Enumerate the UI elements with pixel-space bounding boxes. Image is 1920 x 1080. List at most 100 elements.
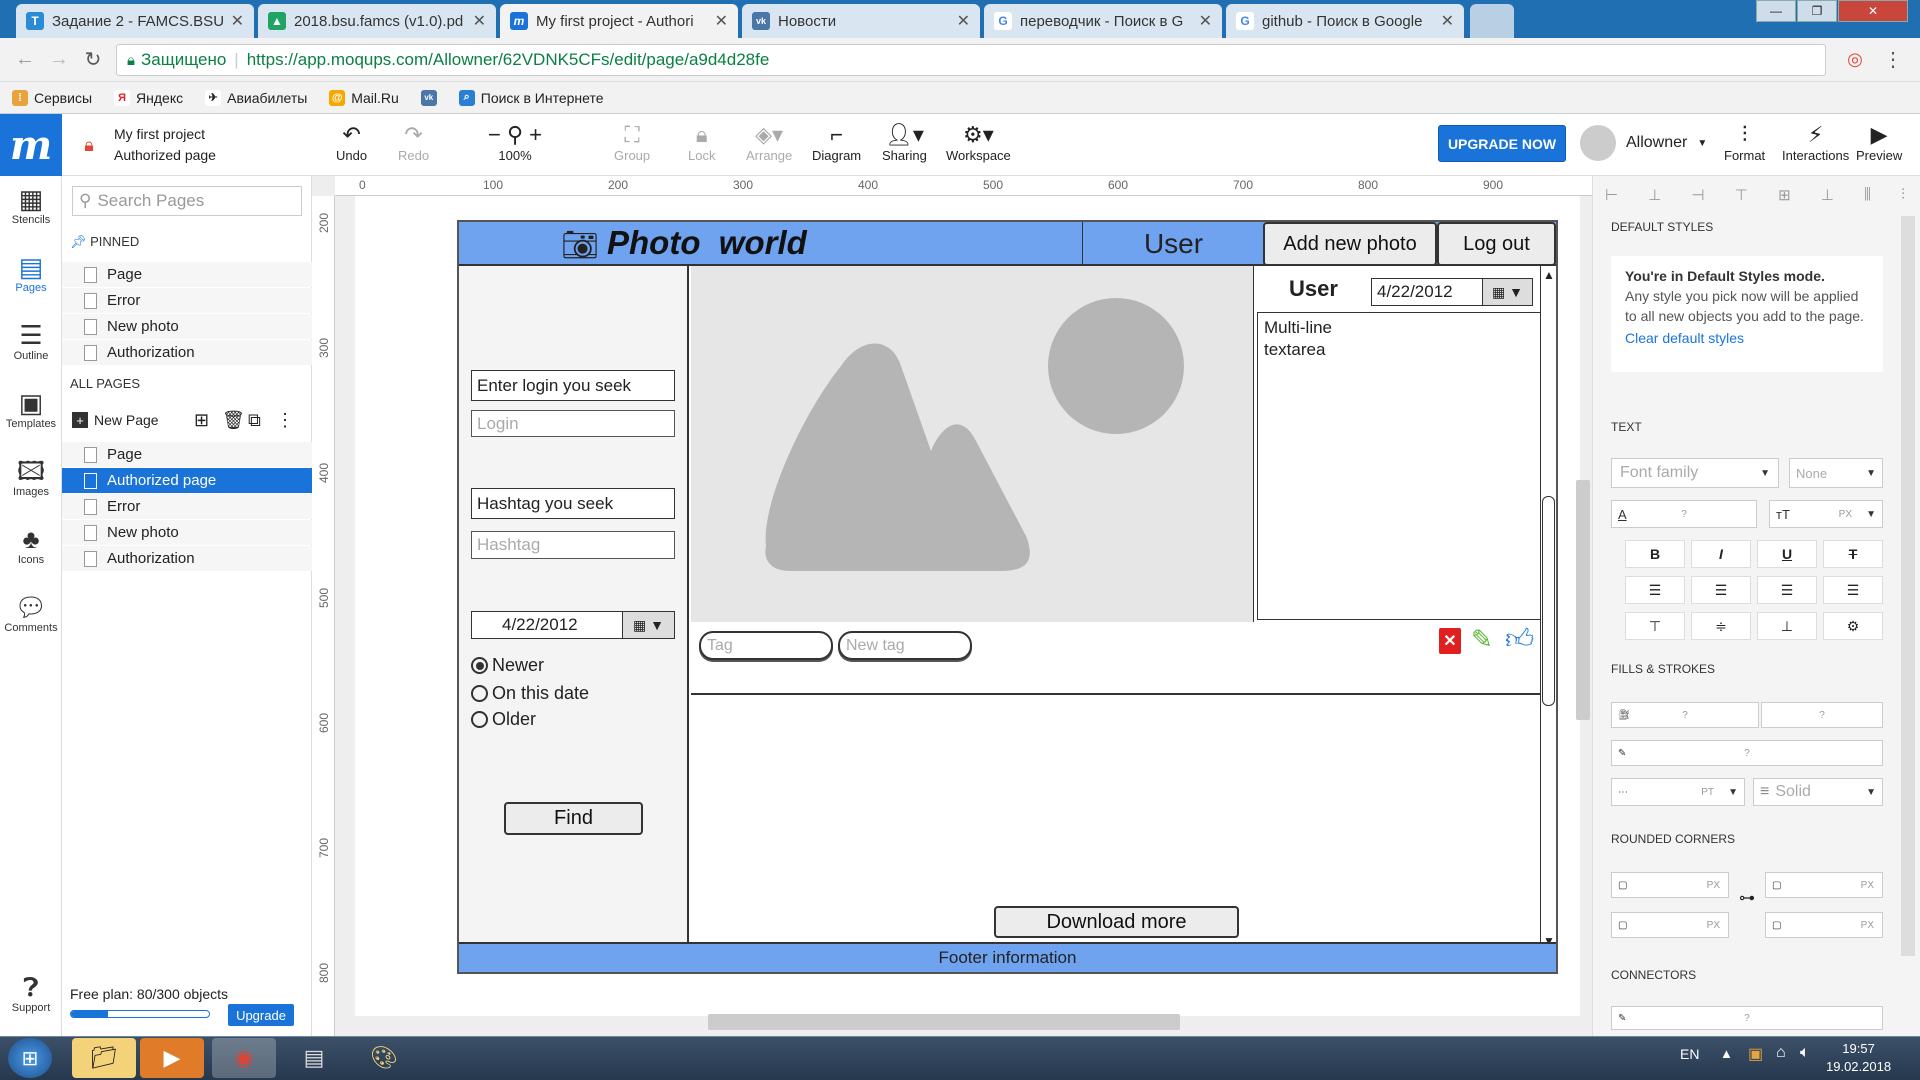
valign-bottom-button[interactable]: ⊥ xyxy=(1757,612,1817,640)
arrange-button[interactable]: ◈▾ Arrange xyxy=(746,122,792,163)
group-button[interactable]: ⛶ Group xyxy=(614,122,650,163)
justify-button[interactable]: ☰ xyxy=(1823,576,1883,604)
stroke-style-select[interactable]: ≡ Solid ▼ xyxy=(1753,778,1883,806)
font-size-field[interactable]: ᴛT PX ▼ xyxy=(1769,500,1883,528)
underline-button[interactable]: U xyxy=(1757,540,1817,568)
chrome-taskbar-icon[interactable]: ◉ xyxy=(212,1038,276,1078)
hashtag-input[interactable]: Hashtag xyxy=(471,531,675,559)
redo-button[interactable]: ↷ Redo xyxy=(398,122,429,163)
text-color-field[interactable]: A? xyxy=(1611,500,1757,528)
add-folder-icon[interactable]: ⊞ xyxy=(194,410,209,431)
forward-icon[interactable]: → xyxy=(46,46,72,72)
mockup-scrollbar[interactable]: ▲ ▼ xyxy=(1540,266,1556,954)
minimize-icon[interactable]: — xyxy=(1756,0,1796,22)
bookmark-apps[interactable]: ⁞ Сервисы xyxy=(12,89,92,106)
valign-top-button[interactable]: ⊤ xyxy=(1625,612,1685,640)
browser-tab-2[interactable]: ▲ 2018.bsu.famcs (v1.0).pd ✕ xyxy=(258,4,496,38)
rail-pages[interactable]: ▤ Pages xyxy=(0,252,62,294)
project-info[interactable]: My first project Authorized page xyxy=(114,124,216,166)
close-icon[interactable]: ✕ xyxy=(957,11,970,31)
link-corners-icon[interactable]: ⊶ xyxy=(1739,888,1755,908)
align-center-button[interactable]: ☰ xyxy=(1691,576,1751,604)
bookmark-search[interactable]: ⌕ Поиск в Интернете xyxy=(458,89,604,106)
window-close-icon[interactable]: ✕ xyxy=(1838,0,1908,22)
page-item[interactable]: Error xyxy=(62,494,312,519)
valign-middle-button[interactable]: ≑ xyxy=(1691,612,1751,640)
distribute-icon[interactable]: ⫼ xyxy=(1864,186,1871,206)
font-weight-select[interactable]: None ▼ xyxy=(1789,458,1883,488)
tray-arrow-icon[interactable]: ▲ xyxy=(1720,1046,1733,1061)
diagram-button[interactable]: ⌐ Diagram xyxy=(812,122,861,163)
zoom-control[interactable]: − ⚲ +100% xyxy=(488,122,542,163)
upgrade-now-button[interactable]: UPGRADE NOW xyxy=(1438,125,1566,162)
fill-opacity-field[interactable]: ? xyxy=(1761,702,1883,728)
explorer-taskbar-icon[interactable]: 📁︎ xyxy=(72,1038,136,1078)
bookmark-yandex[interactable]: Я Яндекс xyxy=(114,89,183,106)
page-item[interactable]: New photo xyxy=(62,520,312,545)
distribute-h-icon[interactable]: ⫶ xyxy=(1901,186,1905,206)
browser-tab-5[interactable]: G переводчик - Поиск в G ✕ xyxy=(984,4,1222,38)
menu-icon[interactable]: ⋮ xyxy=(1880,46,1906,72)
volume-icon[interactable]: 🔈︎ xyxy=(1800,1044,1810,1062)
search-pages-input[interactable]: ⚲ Search Pages xyxy=(72,186,302,216)
log-out-button[interactable]: Log out xyxy=(1437,222,1556,266)
rail-comments[interactable]: 💬︎ Comments xyxy=(0,592,62,634)
close-icon[interactable]: ✕ xyxy=(1441,11,1454,31)
clock[interactable]: 19:57 19.02.2018 xyxy=(1826,1040,1891,1076)
reload-icon[interactable]: ↻ xyxy=(80,46,106,72)
align-right-icon[interactable]: ⊣ xyxy=(1692,186,1705,206)
rail-outline[interactable]: ☰ Outline xyxy=(0,320,62,362)
radio-newer[interactable]: Newer xyxy=(471,655,544,676)
duplicate-icon[interactable]: ⧉ xyxy=(248,410,261,431)
panel-scrollbar[interactable] xyxy=(1901,216,1915,956)
rail-support[interactable]: ❓︎ Support xyxy=(0,972,62,1014)
scroll-thumb[interactable] xyxy=(1542,496,1555,706)
description-textarea[interactable]: Multi-line textarea xyxy=(1257,312,1541,620)
align-middle-icon[interactable]: ⊞ xyxy=(1778,186,1791,206)
font-family-select[interactable]: Font family ▼ xyxy=(1611,458,1779,488)
like-thumb-icon[interactable]: 👍︎ xyxy=(1505,622,1534,656)
rail-icons[interactable]: ♣ Icons xyxy=(0,524,62,566)
calendar-icon[interactable]: ▦ ▼ xyxy=(1482,279,1532,305)
login-input[interactable]: Login xyxy=(471,410,675,437)
download-more-button[interactable]: Download more xyxy=(994,906,1239,938)
horizontal-scrollbar[interactable] xyxy=(708,1014,1180,1030)
workspace-button[interactable]: ⚙▾ Workspace xyxy=(946,122,1011,163)
back-icon[interactable]: ← xyxy=(12,46,38,72)
scroll-up-icon[interactable]: ▲ xyxy=(1543,268,1555,282)
align-left-button[interactable]: ☰ xyxy=(1625,576,1685,604)
rail-images[interactable]: 🖾 Images xyxy=(0,456,62,498)
calendar-icon[interactable]: ▦ ▼ xyxy=(622,612,674,638)
page-item-selected[interactable]: Authorized page xyxy=(62,468,312,493)
corner-top-left-field[interactable]: ▢ PX xyxy=(1611,872,1729,898)
wireframe-mockup[interactable]: 📷︎ Photo world User Add new photo Log ou… xyxy=(457,220,1558,974)
page-item[interactable]: Authorization xyxy=(62,546,312,571)
close-icon[interactable]: ✕ xyxy=(473,11,486,31)
clear-default-styles-link[interactable]: Clear default styles xyxy=(1625,328,1869,348)
language-indicator[interactable]: EN xyxy=(1680,1046,1699,1062)
italic-button[interactable]: I xyxy=(1691,540,1751,568)
align-center-icon[interactable]: ⊥ xyxy=(1648,186,1661,206)
new-tab-button[interactable] xyxy=(1470,4,1514,38)
fill-color-field[interactable]: ⛽︎? xyxy=(1611,702,1759,728)
extension-icon[interactable]: ◎ xyxy=(1842,46,1868,72)
moqups-logo[interactable]: m xyxy=(0,114,62,176)
pinned-page-item[interactable]: Authorization xyxy=(62,340,312,365)
browser-tab-1[interactable]: T Задание 2 - FAMCS.BSU ✕ xyxy=(16,4,254,38)
radio-older[interactable]: Older xyxy=(471,709,536,730)
text-settings-gear-icon[interactable]: ⚙ xyxy=(1823,612,1883,640)
bookmark-vk[interactable]: vk xyxy=(420,89,437,106)
tray-app-icon[interactable]: ▣ xyxy=(1748,1044,1763,1064)
lock-button[interactable]: 🔒︎ Lock xyxy=(688,122,715,163)
vertical-scrollbar[interactable] xyxy=(1576,480,1590,720)
rail-stencils[interactable]: ▦ Stencils xyxy=(0,184,62,226)
delete-icon[interactable]: ✕ xyxy=(1439,628,1461,654)
bold-button[interactable]: B xyxy=(1625,540,1685,568)
rail-templates[interactable]: ▣ Templates xyxy=(0,388,62,430)
bookmark-mailru[interactable]: @ Mail.Ru xyxy=(329,89,399,106)
browser-tab-6[interactable]: G github - Поиск в Google ✕ xyxy=(1226,4,1464,38)
corner-top-right-field[interactable]: ▢ PX xyxy=(1765,872,1883,898)
align-right-button[interactable]: ☰ xyxy=(1757,576,1817,604)
format-button[interactable]: ⫶ Format xyxy=(1724,122,1765,163)
corner-bottom-right-field[interactable]: ▢ PX xyxy=(1765,912,1883,938)
